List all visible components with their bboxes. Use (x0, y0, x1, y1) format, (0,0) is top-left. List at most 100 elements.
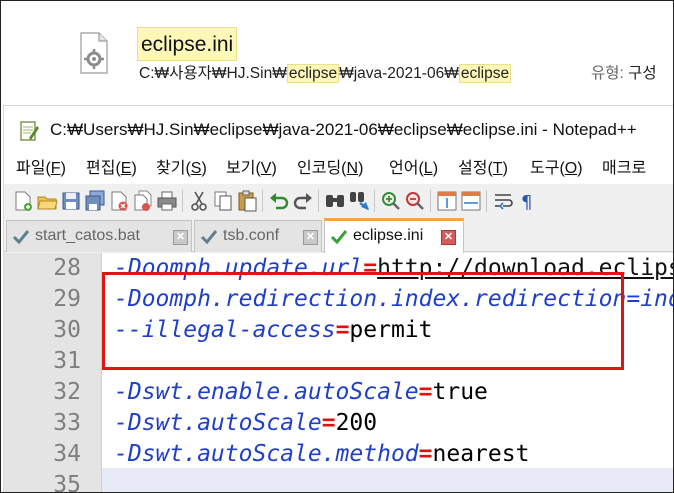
menu-label: 도구( (530, 160, 565, 177)
menu-accel: S (190, 160, 202, 177)
menu-tail: ) (271, 160, 277, 177)
menu-encoding[interactable]: 인코딩(N) (297, 154, 363, 184)
zoom-in-icon[interactable] (380, 189, 402, 213)
toolbar-separator (262, 190, 263, 212)
type-label: 유형: (591, 65, 624, 82)
menu-tail: ) (432, 160, 439, 177)
tab-close-icon[interactable]: ✕ (173, 230, 188, 245)
undo-icon[interactable] (268, 189, 290, 213)
menu-label: 설정( (458, 160, 493, 177)
code-line-33: -Dswt.autoScale=200 (114, 408, 377, 439)
search-result-item[interactable]: eclipse.ini C:₩사용자₩HJ.Sin₩ eclipse ₩java-2… (1, 1, 673, 105)
result-file-type: 유형: 구성 (591, 61, 657, 87)
menu-tail: ) (502, 160, 508, 177)
copy-icon[interactable] (212, 189, 234, 213)
window-title: C:₩Users₩HJ.Sin₩eclipse₩java-2021-06₩ecl… (50, 120, 637, 139)
saved-check-icon (199, 227, 219, 247)
code-line-32: -Dswt.enable.autoScale=true (114, 377, 488, 408)
menu-tail: ) (60, 160, 66, 177)
menu-view[interactable]: 보기(V) (226, 154, 277, 184)
svg-text:¶: ¶ (521, 192, 532, 213)
show-all-chars-icon[interactable]: ¶ (516, 189, 538, 213)
ini-key: -Dswt.enable.autoScale (114, 379, 419, 405)
line-number: 28 (53, 255, 81, 281)
path-segment-highlight: eclipse (286, 64, 340, 83)
menu-search[interactable]: 찾기(S) (156, 154, 207, 184)
save-icon[interactable] (60, 189, 82, 213)
line-number: 31 (53, 348, 81, 374)
menu-accel: L (423, 160, 433, 177)
menu-bar: 파일(F) 편집(E) 찾기(S) 보기(V) 인코딩(N) 언어(L) 설정(… (4, 154, 673, 184)
path-segment: C:₩사용자₩HJ.Sin₩ (139, 65, 287, 82)
menu-settings[interactable]: 설정(T) (458, 154, 508, 184)
word-wrap-icon[interactable] (492, 189, 514, 213)
menu-tail: ) (201, 160, 207, 177)
replace-icon[interactable] (348, 189, 370, 213)
ini-operator: = (418, 379, 433, 405)
toolbar-separator (182, 190, 183, 212)
tab-eclipse-ini[interactable]: eclipse.ini ✕ (324, 218, 464, 253)
menu-file[interactable]: 파일(F) (16, 154, 66, 184)
menu-macro[interactable]: 매크로 (602, 154, 646, 184)
menu-edit[interactable]: 편집(E) (86, 154, 137, 184)
toolbar-separator (318, 190, 319, 212)
sync-horizontal-icon[interactable] (460, 189, 482, 213)
zoom-out-icon[interactable] (404, 189, 426, 213)
ini-value: nearest (432, 441, 530, 467)
toolbar-separator (486, 190, 487, 212)
saved-check-icon (329, 227, 349, 247)
line-number: 29 (53, 286, 81, 312)
tab-close-icon[interactable]: ✕ (441, 230, 456, 245)
notepadpp-app-icon (18, 120, 40, 142)
find-icon[interactable] (324, 189, 346, 213)
tab-label: start_catos.bat (35, 227, 140, 244)
menu-label: 파일( (16, 160, 51, 177)
paste-icon[interactable] (236, 189, 258, 213)
path-segment: ₩java-2021-06₩ (339, 65, 459, 82)
line-number: 33 (53, 410, 81, 436)
toolbar-separator (374, 190, 375, 212)
line-number: 30 (53, 317, 81, 343)
close-icon[interactable] (108, 189, 130, 213)
ini-key: -Dswt.autoScale (114, 410, 322, 436)
code-line-34: -Dswt.autoScale.method=nearest (114, 439, 529, 470)
close-all-icon[interactable] (132, 189, 154, 213)
line-number: 34 (53, 441, 81, 467)
ini-operator: = (418, 441, 433, 467)
menu-accel: N (346, 160, 359, 177)
tab-bar: start_catos.bat ✕ tsb.conf ✕ eclipse.ini… (4, 218, 673, 253)
cut-icon[interactable] (188, 189, 210, 213)
tab-close-icon[interactable]: ✕ (303, 230, 318, 245)
ini-value: true (432, 379, 488, 405)
ini-operator: = (321, 410, 336, 436)
menu-tail: ) (358, 160, 364, 177)
tab-label: eclipse.ini (353, 227, 424, 244)
current-line-highlight (102, 468, 673, 492)
menu-label: 편집( (86, 160, 121, 177)
tab-label: tsb.conf (223, 227, 280, 244)
toolbar: ¶ (4, 184, 673, 218)
screenshot-frame: eclipse.ini C:₩사용자₩HJ.Sin₩ eclipse ₩java-2… (0, 0, 674, 493)
menu-tools[interactable]: 도구(O) (530, 154, 583, 184)
ini-value: 200 (335, 410, 378, 436)
path-segment-highlight: eclipse (458, 64, 512, 83)
result-file-name[interactable]: eclipse.ini (137, 27, 238, 61)
new-file-icon[interactable] (12, 189, 34, 213)
open-file-icon[interactable] (36, 189, 58, 213)
ini-key: -Dswt.autoScale.method (114, 441, 419, 467)
redo-icon[interactable] (292, 189, 314, 213)
config-file-icon (79, 31, 109, 75)
save-all-icon[interactable] (84, 189, 106, 213)
menu-language[interactable]: 언어(L) (389, 154, 438, 184)
annotation-highlight-box (102, 272, 624, 370)
tab-tsb-conf[interactable]: tsb.conf ✕ (194, 220, 322, 252)
menu-label: 언어( (389, 160, 424, 177)
tab-start-catos-bat[interactable]: start_catos.bat ✕ (6, 220, 192, 252)
print-icon[interactable] (156, 189, 178, 213)
menu-label: 매크로 (602, 160, 647, 177)
type-value: 구성 (628, 65, 657, 82)
saved-check-icon (11, 227, 31, 247)
menu-accel: E (120, 160, 132, 177)
sync-vertical-icon[interactable] (436, 189, 458, 213)
title-bar[interactable]: C:₩Users₩HJ.Sin₩eclipse₩java-2021-06₩ecl… (4, 106, 673, 154)
